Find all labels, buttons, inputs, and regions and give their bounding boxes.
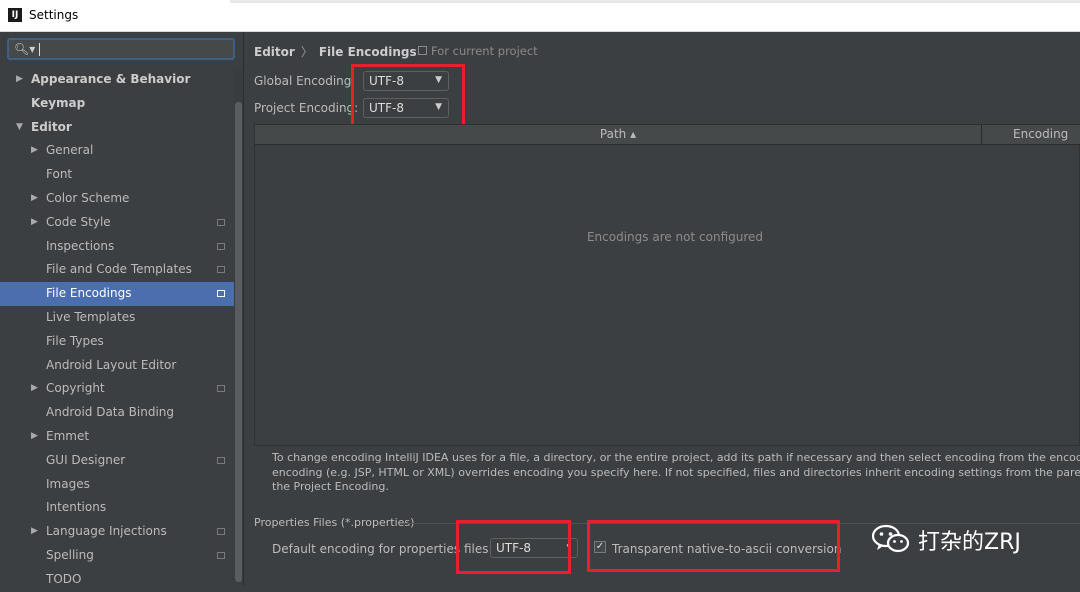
settings-tree: ▶ Appearance & Behavior Keymap ▼ Editor ▶ Gene… <box>0 68 234 592</box>
breadcrumb-current: File Encodings <box>318 45 417 59</box>
sidebar-item-images[interactable]: Images <box>0 473 234 497</box>
sidebar-item-label: Color Scheme <box>46 190 130 205</box>
highlight-box-transparent-conversion <box>587 520 840 572</box>
sidebar-item-label: Keymap <box>31 95 86 110</box>
column-header-path[interactable]: Path ▴ <box>255 125 982 144</box>
expand-right-icon[interactable]: ▶ <box>31 139 38 163</box>
project-scope-icon <box>217 385 225 393</box>
sidebar-item-label: General <box>46 143 94 158</box>
file-encodings-panel: Editor 〉 File Encodings For current projec… <box>244 32 1080 585</box>
table-empty-message: Encodings are not configured <box>586 230 764 244</box>
sidebar-item-emmet[interactable]: ▶ Emmet <box>0 425 234 449</box>
properties-section-title: Properties Files (*.properties) <box>254 516 415 529</box>
search-icon[interactable]: 🔍︎▾ <box>14 42 35 56</box>
settings-search-input[interactable] <box>41 40 235 60</box>
scope-note-text: For current project <box>431 44 538 58</box>
help-line: the Project Encoding. <box>272 480 389 493</box>
expand-right-icon[interactable]: ▶ <box>16 68 23 92</box>
watermark-text: 打杂的ZRJ <box>918 530 1021 555</box>
sidebar-item-copyright[interactable]: ▶ Copyright <box>0 377 234 401</box>
sidebar-item-file-and-code-templates[interactable]: File and Code Templates <box>0 258 234 282</box>
help-line: To change encoding IntelliJ IDEA uses fo… <box>272 451 1080 464</box>
sidebar-item-label: File Types <box>46 333 104 348</box>
sidebar-item-gui-designer[interactable]: GUI Designer <box>0 449 234 473</box>
expand-right-icon[interactable]: ▶ <box>31 211 38 235</box>
expand-right-icon[interactable]: ▶ <box>31 520 38 544</box>
project-scope-icon <box>217 242 225 250</box>
project-scope-icon <box>217 528 225 536</box>
sidebar-item-label: Emmet <box>46 428 90 443</box>
window-title: Settings <box>29 8 79 22</box>
table-header: Path ▴ Encoding <box>255 125 1080 145</box>
sidebar-item-file-types[interactable]: File Types <box>0 330 234 354</box>
sidebar-item-file-encodings[interactable]: File Encodings <box>0 282 234 306</box>
sidebar-item-android-layout-editor[interactable]: Android Layout Editor <box>0 354 234 378</box>
help-line: encoding (e.g. JSP, HTML or XML) overrid… <box>272 465 1080 479</box>
breadcrumb-separator: 〉 <box>300 45 313 59</box>
sidebar-item-label: Editor <box>31 119 72 134</box>
help-text: To change encoding IntelliJ IDEA uses fo… <box>272 451 1080 495</box>
sidebar-item-editor[interactable]: ▼ Editor <box>0 116 234 140</box>
sidebar-scrollbar-thumb[interactable] <box>235 102 242 582</box>
expand-right-icon[interactable]: ▶ <box>31 377 38 401</box>
sidebar-item-label: Language Injections <box>46 524 167 539</box>
sidebar-item-label: GUI Designer <box>46 452 126 467</box>
text-caret <box>39 43 40 56</box>
sidebar-item-label: Appearance & Behavior <box>31 72 191 86</box>
settings-sidebar: 🔍︎▾ ▶ Appearance & Behavior Keymap ▼ Editor ▶… <box>0 32 244 586</box>
sidebar-item-general[interactable]: ▶ General <box>0 139 234 163</box>
project-scope-icon <box>418 46 427 55</box>
expand-down-icon[interactable]: ▼ <box>16 116 23 140</box>
sidebar-item-appearance-behavior[interactable]: ▶ Appearance & Behavior <box>0 68 234 92</box>
sidebar-item-android-data-binding[interactable]: Android Data Binding <box>0 401 234 425</box>
expand-right-icon[interactable]: ▶ <box>31 425 38 449</box>
scope-note: For current project <box>418 44 538 58</box>
sidebar-item-label: File and Code Templates <box>46 262 192 277</box>
sidebar-item-label: Android Data Binding <box>46 405 175 420</box>
breadcrumb-parent: Editor <box>254 45 295 59</box>
sidebar-item-color-scheme[interactable]: ▶ Color Scheme <box>0 187 234 211</box>
intellij-logo-icon: IJ <box>8 8 22 22</box>
sidebar-item-live-templates[interactable]: Live Templates <box>0 306 234 330</box>
sidebar-item-label: Images <box>46 476 90 491</box>
sidebar-item-inspections[interactable]: Inspections <box>0 235 234 259</box>
sidebar-item-keymap[interactable]: Keymap <box>0 92 234 116</box>
watermark: 打杂的ZRJ <box>871 522 1080 556</box>
sidebar-item-label: Font <box>46 167 73 182</box>
sidebar-item-label: Code Style <box>46 214 111 229</box>
sidebar-item-label: Spelling <box>46 547 94 562</box>
encodings-table: Path ▴ Encoding Encodings are not config… <box>254 124 1080 446</box>
highlight-box-encodings <box>351 64 465 128</box>
sidebar-item-label: File Encodings <box>46 286 132 301</box>
wechat-logo-icon <box>871 524 910 553</box>
project-scope-icon <box>217 290 225 298</box>
sidebar-item-code-style[interactable]: ▶ Code Style <box>0 211 234 235</box>
sidebar-item-spelling[interactable]: Spelling <box>0 544 234 568</box>
settings-search-box[interactable]: 🔍︎▾ <box>7 38 235 60</box>
window-titlebar: IJ Settings <box>0 0 1080 32</box>
sidebar-item-label: Android Layout Editor <box>46 357 177 372</box>
sidebar-item-label: Live Templates <box>46 309 136 324</box>
project-scope-icon <box>217 218 225 226</box>
project-scope-icon <box>217 456 225 464</box>
highlight-box-properties-encoding <box>456 520 571 574</box>
sidebar-item-intentions[interactable]: Intentions <box>0 496 234 520</box>
background-tabs-strip <box>230 0 1080 3</box>
expand-right-icon[interactable]: ▶ <box>31 187 38 211</box>
sidebar-item-label: Inspections <box>46 238 115 253</box>
global-encoding-label: Global Encoding: <box>254 74 356 88</box>
project-scope-icon <box>217 266 225 274</box>
sidebar-item-language-injections[interactable]: ▶ Language Injections <box>0 520 234 544</box>
project-scope-icon <box>217 551 225 559</box>
sidebar-item-label: TODO <box>46 571 82 586</box>
breadcrumb: Editor 〉 File Encodings <box>254 43 417 60</box>
sidebar-item-label: Intentions <box>46 500 107 515</box>
project-encoding-label: Project Encoding: <box>254 101 359 115</box>
sidebar-item-label: Copyright <box>46 381 105 396</box>
column-header-encoding[interactable]: Encoding <box>1013 125 1068 144</box>
sidebar-item-font[interactable]: Font <box>0 163 234 187</box>
sidebar-item-todo[interactable]: TODO <box>0 568 234 592</box>
